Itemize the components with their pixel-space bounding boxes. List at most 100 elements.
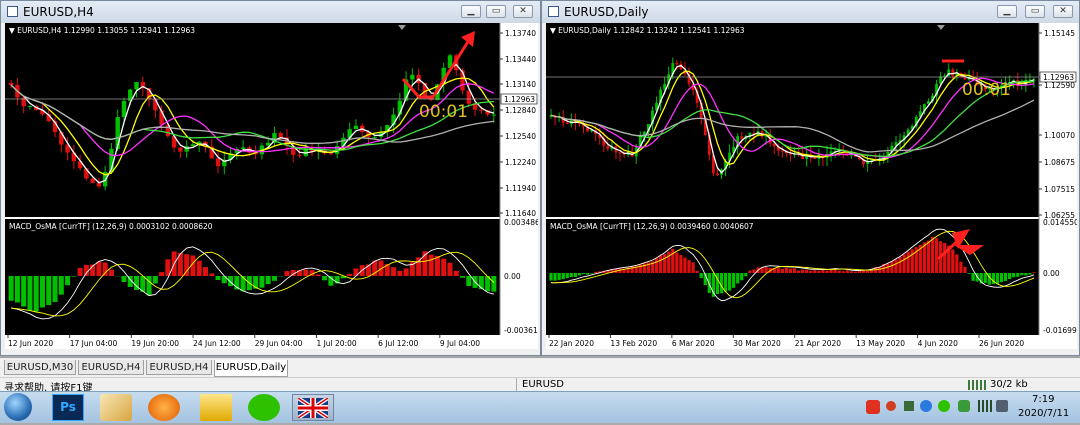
browser-taskbar-icon[interactable] (148, 394, 180, 421)
osma-histogram-bar (121, 276, 126, 282)
time-tick-label: 30 Mar 2020 (733, 339, 781, 348)
osma-histogram-bar (813, 270, 816, 273)
explorer-taskbar-icon[interactable] (200, 394, 232, 421)
price-tick-label: 1.15145 (1044, 29, 1075, 38)
price-tick-label: 1.08675 (1044, 158, 1075, 167)
osma-histogram-bar (197, 261, 202, 276)
volume-tray-icon[interactable] (996, 400, 1008, 412)
osma-histogram-bar (854, 272, 857, 273)
network-tray-icon[interactable] (978, 400, 992, 412)
security-tray-icon[interactable] (958, 400, 970, 412)
osma-histogram-bar (347, 274, 352, 276)
wechat-taskbar-icon[interactable] (248, 394, 280, 421)
mt4-taskbar-icon[interactable] (292, 394, 334, 421)
osma-histogram-bar (679, 255, 682, 273)
candle-body (619, 152, 622, 153)
osma-histogram-bar (96, 262, 101, 276)
price-tick-label: 1.13140 (505, 80, 536, 89)
candle-body (410, 75, 414, 80)
osma-histogram-bar (46, 276, 51, 305)
osma-histogram-bar (1012, 273, 1015, 277)
window-titlebar[interactable]: EURUSD,Daily ▁ ▭ ✕ (542, 1, 1079, 23)
osma-histogram-bar (466, 276, 471, 286)
osma-histogram-bar (1000, 273, 1003, 282)
minimize-button[interactable]: ▁ (997, 5, 1017, 18)
tab-eurusd-h4-2[interactable]: EURUSD,H4 (146, 360, 212, 375)
osma-histogram-bar (582, 273, 585, 274)
indicator-tick-label: 0.00 (1043, 269, 1060, 278)
price-tick-label: 1.13740 (505, 29, 536, 38)
osma-histogram-bar (963, 267, 966, 273)
osma-histogram-bar (700, 273, 703, 278)
window-title: EURUSD,Daily (564, 5, 649, 19)
osma-histogram-bar (785, 268, 788, 273)
osma-histogram-bar (878, 267, 881, 273)
osma-histogram-bar (736, 273, 739, 283)
osma-histogram-bar (797, 270, 800, 273)
price-tick-label: 1.12840 (505, 106, 536, 115)
osma-histogram-bar (691, 262, 694, 273)
close-button[interactable]: ✕ (1053, 5, 1073, 18)
osma-histogram-bar (78, 268, 83, 276)
qq-tray-icon[interactable] (920, 400, 932, 412)
time-tick-label: 9 Jul 04:00 (440, 339, 480, 348)
osma-histogram-bar (454, 271, 459, 276)
main-plot-area (546, 23, 1039, 217)
osma-histogram-bar (967, 273, 970, 274)
uk-flag-icon (298, 398, 328, 418)
price-chart-daily[interactable]: 1.151451.129631.125901.100701.086751.075… (546, 23, 1077, 349)
close-button[interactable]: ✕ (513, 5, 533, 18)
time-tick-label: 13 May 2020 (856, 339, 905, 348)
osma-histogram-bar (9, 276, 14, 301)
osma-histogram-bar (404, 268, 409, 276)
maximize-button[interactable]: ▭ (486, 5, 506, 18)
tab-eurusd-h4[interactable]: EURUSD,H4 (78, 360, 144, 375)
osma-histogram-bar (566, 273, 569, 278)
osma-histogram-bar (241, 276, 246, 291)
osma-histogram-bar (153, 276, 158, 283)
start-button[interactable] (4, 393, 32, 421)
chart-window-icon (548, 6, 559, 17)
app-taskbar-icon[interactable] (100, 394, 132, 421)
osma-histogram-bar (805, 270, 808, 273)
osma-histogram-bar (416, 257, 421, 276)
osma-histogram-bar (911, 249, 914, 273)
clock-date[interactable]: 2020/7/11 (1018, 408, 1069, 419)
candle-body (279, 133, 283, 137)
minimize-button[interactable]: ▁ (461, 5, 481, 18)
candle-body (134, 82, 138, 89)
candle-body (297, 155, 301, 156)
tray-icon[interactable] (886, 401, 896, 411)
osma-histogram-bar (322, 276, 327, 280)
osma-histogram-bar (907, 252, 910, 273)
tray-icon[interactable] (904, 401, 914, 411)
sogou-tray-icon[interactable] (866, 400, 880, 414)
current-price-label: 1.12963 (504, 95, 535, 104)
clock-time[interactable]: 7:19 (1032, 394, 1054, 405)
osma-histogram-bar (667, 251, 670, 273)
osma-histogram-bar (821, 270, 824, 273)
osma-histogram-bar (553, 273, 556, 281)
osma-histogram-bar (435, 256, 440, 276)
connection-bars-icon (968, 380, 986, 390)
osma-histogram-bar (898, 257, 901, 273)
wechat-tray-icon[interactable] (938, 400, 950, 412)
price-chart-h4[interactable]: 1.137401.134401.131401.128401.125401.122… (5, 23, 538, 349)
time-tick-label: 26 Jun 2020 (979, 339, 1024, 348)
indicator-tick-label: 0.0034869 (504, 218, 538, 227)
window-titlebar[interactable]: EURUSD,H4 ▁ ▭ ✕ (1, 1, 540, 23)
osma-histogram-bar (594, 272, 597, 273)
osma-histogram-bar (728, 273, 731, 291)
chart-tab-bar: EURUSD,M30 EURUSD,H4 EURUSD,H4 EURUSD,Da… (0, 357, 1080, 377)
osma-histogram-bar (1024, 273, 1027, 275)
osma-histogram-bar (570, 273, 573, 277)
osma-histogram-bar (272, 276, 277, 281)
osma-histogram-bar (809, 271, 812, 273)
photoshop-taskbar-icon[interactable]: Ps (52, 394, 84, 421)
time-tick-label: 1 Jul 20:00 (316, 339, 356, 348)
maximize-button[interactable]: ▭ (1025, 5, 1045, 18)
osma-histogram-bar (748, 271, 751, 273)
candle-body (122, 101, 126, 117)
tab-eurusd-daily[interactable]: EURUSD,Daily (214, 360, 288, 377)
tab-eurusd-m30[interactable]: EURUSD,M30 (4, 360, 76, 375)
